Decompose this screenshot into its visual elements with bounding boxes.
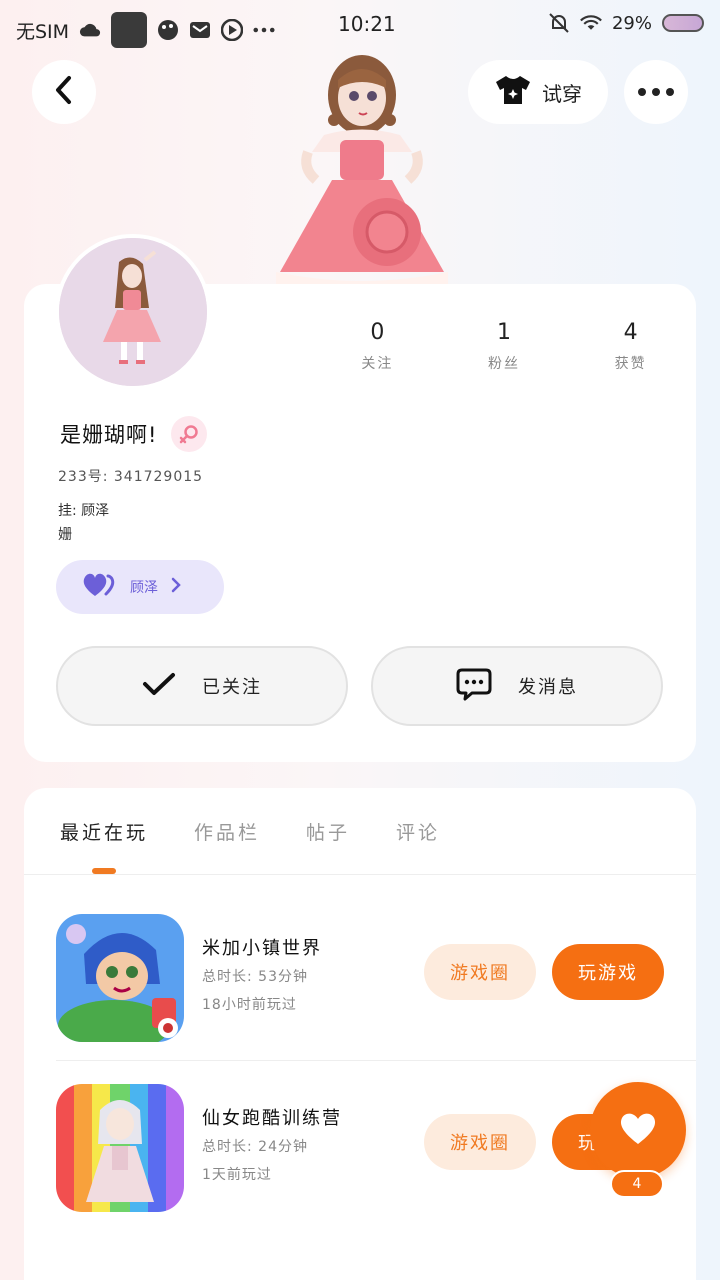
cloud-icon (79, 19, 101, 41)
palette-icon (157, 19, 179, 41)
game-circle-button[interactable]: 游戏圈 (424, 1114, 536, 1170)
follow-button[interactable]: 已关注 (56, 646, 348, 726)
tab-bar: 最近在玩 作品栏 帖子 评论 (60, 818, 440, 845)
clock: 10:21 (338, 12, 396, 36)
user-name: 是姗瑚啊! (60, 423, 158, 447)
game-icon-fairy-parkour[interactable] (56, 1084, 184, 1212)
stat-following[interactable]: 0 关注 (314, 320, 441, 373)
tab-recently-played[interactable]: 最近在玩 (60, 818, 148, 845)
message-label: 发消息 (518, 677, 578, 698)
game-last-played: 1天前玩过 (202, 1167, 272, 1183)
battery-icon (662, 14, 704, 32)
tab-posts[interactable]: 帖子 (306, 818, 350, 845)
more-button[interactable] (624, 60, 688, 124)
activity-card: 最近在玩 作品栏 帖子 评论 米加小镇世界 总时长: 53分钟 18小时前玩过 … (24, 788, 696, 1280)
name-row: 是姗瑚啊! (60, 416, 208, 452)
heart-icon (618, 1110, 658, 1150)
following-label: 关注 (361, 356, 394, 372)
follow-label: 已关注 (202, 677, 262, 698)
like-count-badge: 4 (610, 1170, 664, 1198)
user-id: 233号: 341729015 (58, 469, 204, 485)
bio-line-2: 姗 (58, 527, 72, 543)
check-icon (142, 671, 176, 702)
tshirt-icon (494, 74, 532, 111)
mail-icon (189, 19, 211, 41)
game-row[interactable]: 米加小镇世界 总时长: 53分钟 18小时前玩过 游戏圈 玩游戏 (56, 914, 696, 1044)
app-square-icon (111, 12, 148, 48)
try-on-button[interactable]: 试穿 (468, 60, 608, 124)
fans-count: 1 (497, 320, 511, 345)
avatar-figure (262, 40, 462, 290)
more-dots-icon (253, 19, 275, 41)
game-name: 米加小镇世界 (202, 938, 322, 959)
game-circle-button[interactable]: 游戏圈 (424, 944, 536, 1000)
chevron-right-icon (170, 576, 182, 598)
play-game-button[interactable]: 玩游戏 (552, 944, 664, 1000)
avatar-image (59, 238, 207, 386)
game-last-played: 18小时前玩过 (202, 997, 297, 1013)
row-divider (56, 1060, 696, 1061)
back-button[interactable] (32, 60, 96, 124)
cp-name: 顾泽 (130, 580, 158, 596)
following-count: 0 (370, 320, 385, 345)
tab-comments[interactable]: 评论 (396, 818, 440, 845)
stat-fans[interactable]: 1 粉丝 (441, 320, 568, 373)
battery-percent: 29% (611, 12, 652, 34)
carrier-label: 无SIM (16, 20, 70, 43)
likes-label: 获赞 (614, 356, 647, 372)
likes-count: 4 (623, 320, 638, 345)
double-heart-icon (82, 572, 118, 602)
play-icon (221, 19, 244, 41)
female-icon (171, 416, 208, 452)
mute-icon (548, 12, 570, 34)
game-duration: 总时长: 24分钟 (202, 1139, 308, 1155)
try-on-label: 试穿 (542, 81, 582, 106)
tab-works[interactable]: 作品栏 (194, 818, 260, 845)
game-name: 仙女跑酷训练营 (202, 1108, 342, 1129)
stats-row: 0 关注 1 粉丝 4 获赞 (314, 320, 694, 373)
cp-chip[interactable]: 顾泽 (56, 560, 224, 614)
message-button[interactable]: 发消息 (371, 646, 663, 726)
bio-line-1: 挂: 顾泽 (58, 503, 110, 519)
wifi-icon (580, 12, 602, 34)
tab-divider (24, 874, 696, 875)
game-icon-miga[interactable] (56, 914, 184, 1042)
more-icon (638, 88, 674, 96)
like-button[interactable] (590, 1082, 686, 1178)
profile-avatar[interactable] (55, 234, 211, 390)
fans-label: 粉丝 (488, 356, 520, 372)
back-icon (53, 75, 75, 109)
chat-icon (456, 667, 492, 706)
game-duration: 总时长: 53分钟 (202, 969, 308, 985)
stat-likes[interactable]: 4 获赞 (567, 320, 694, 373)
